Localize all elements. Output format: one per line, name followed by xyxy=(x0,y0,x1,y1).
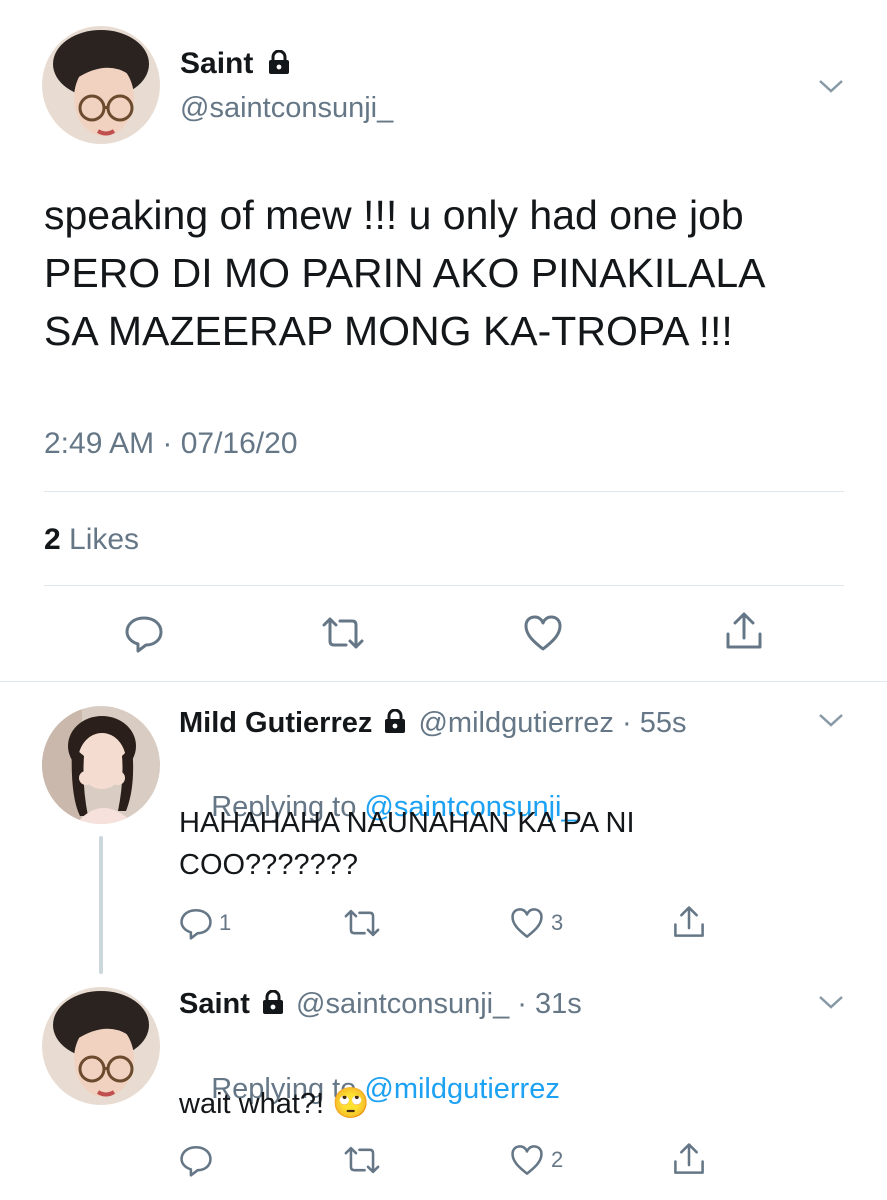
share-button[interactable] xyxy=(724,610,764,652)
like-button[interactable]: 3 xyxy=(509,906,563,940)
display-name[interactable]: Saint xyxy=(179,988,250,1020)
retweet-button[interactable] xyxy=(342,1143,388,1177)
chevron-down-icon[interactable] xyxy=(818,78,844,94)
like-count: 3 xyxy=(551,910,564,935)
padlock-icon xyxy=(384,704,406,744)
heart-icon xyxy=(509,1143,545,1177)
reply-text: HAHAHAHA NAUNAHAN KA PA NI COO??????? xyxy=(179,802,635,886)
share-button[interactable] xyxy=(672,1140,706,1178)
share-arrow-icon xyxy=(672,1140,706,1178)
chevron-down-icon[interactable] xyxy=(818,994,844,1010)
display-name[interactable]: Mild Gutierrez xyxy=(179,707,372,739)
divider xyxy=(44,491,844,492)
retweet-arrows-icon xyxy=(342,1143,382,1177)
reply-count: 1 xyxy=(219,910,232,935)
avatar-saint[interactable] xyxy=(42,26,160,144)
retweet-button[interactable] xyxy=(320,613,366,653)
display-name[interactable]: Saint xyxy=(180,47,253,80)
like-count: 2 xyxy=(551,1147,564,1172)
reply-button[interactable]: 1 xyxy=(179,906,231,940)
handle-time[interactable]: @saintconsunji_ · 31s xyxy=(296,988,582,1020)
likes-count: 2 xyxy=(44,523,61,556)
tweet-text: speaking of mew !!! u only had one job P… xyxy=(44,186,766,360)
reply-text: wait what?! xyxy=(179,1088,325,1120)
tweet-text-line: SA MAZEERAP MONG KA-TROPA !!! xyxy=(44,308,733,354)
likes-stat[interactable]: 2 Likes xyxy=(44,520,139,560)
section-divider xyxy=(0,681,887,682)
tweet-text-line: speaking of mew !!! u only had one job xyxy=(44,192,744,238)
like-button[interactable]: 2 xyxy=(509,1143,563,1177)
retweet-arrows-icon xyxy=(342,906,382,940)
reply-text-line: COO??????? xyxy=(179,849,358,881)
reply-button[interactable] xyxy=(124,613,164,653)
chevron-down-icon[interactable] xyxy=(818,712,844,728)
handle[interactable]: @saintconsunji_ xyxy=(180,88,393,128)
handle-time[interactable]: @mildgutierrez · 55s xyxy=(418,707,686,739)
divider xyxy=(44,585,844,586)
tweet-text-line: PERO DI MO PARIN AKO PINAKILALA xyxy=(44,250,766,296)
likes-label: Likes xyxy=(60,523,140,556)
thread-line xyxy=(99,836,103,974)
avatar-saint[interactable] xyxy=(42,987,160,1105)
eye-roll-emoji: 🙄 xyxy=(332,1087,370,1120)
replying-to-link[interactable]: @mildgutierrez xyxy=(364,1073,559,1105)
heart-icon xyxy=(522,613,564,653)
speech-bubble-icon xyxy=(124,613,164,653)
padlock-icon xyxy=(268,45,290,85)
share-arrow-icon xyxy=(724,610,764,652)
timestamp[interactable]: 2:49 AM · 07/16/20 xyxy=(44,424,298,464)
share-arrow-icon xyxy=(672,903,706,941)
avatar-mild[interactable] xyxy=(42,706,160,824)
reply-text-line: HAHAHAHA NAUNAHAN KA PA NI xyxy=(179,807,635,839)
share-button[interactable] xyxy=(672,903,706,941)
reply-button[interactable] xyxy=(179,1143,219,1177)
speech-bubble-icon xyxy=(179,1143,213,1177)
retweet-arrows-icon xyxy=(320,613,366,653)
heart-icon xyxy=(509,906,545,940)
padlock-icon xyxy=(262,985,284,1025)
retweet-button[interactable] xyxy=(342,906,388,940)
like-button[interactable] xyxy=(522,613,564,653)
speech-bubble-icon xyxy=(179,906,213,940)
